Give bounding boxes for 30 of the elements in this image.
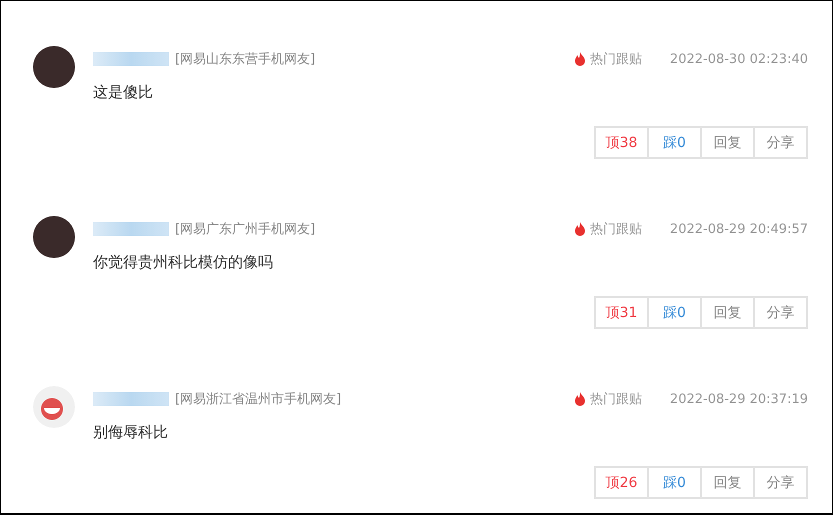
downvote-button[interactable]: 踩0 (647, 466, 702, 499)
flame-icon (574, 52, 586, 66)
downvote-button[interactable]: 踩0 (647, 296, 702, 329)
action-button[interactable]: 分享 (753, 126, 808, 159)
hot-comment-label: 热门跟贴 (590, 51, 642, 68)
upvote-button[interactable]: 顶38 (594, 126, 649, 159)
flame-icon (574, 222, 586, 236)
downvote-button[interactable]: 踩0 (647, 126, 702, 159)
action-button[interactable]: 分享 (753, 466, 808, 499)
action-button[interactable]: 回复 (700, 126, 755, 159)
user-location: [网易广东广州手机网友] (175, 221, 316, 238)
upvote-button[interactable]: 顶31 (594, 296, 649, 329)
avatar-logo-icon (33, 386, 75, 428)
user-location: [网易浙江省温州市手机网友] (175, 391, 342, 408)
avatar-photo-placeholder (33, 216, 75, 258)
avatar-photo-placeholder (33, 46, 75, 88)
comment-text: 这是傻比 (93, 83, 154, 102)
comment-time: 2022-08-29 20:49:57 (670, 222, 808, 236)
comment-text: 你觉得贵州科比模仿的像吗 (93, 253, 274, 272)
comment-time: 2022-08-30 02:23:40 (670, 52, 808, 66)
hot-comment-label: 热门跟贴 (590, 221, 642, 238)
action-button[interactable]: 回复 (700, 296, 755, 329)
action-button[interactable]: 回复 (700, 466, 755, 499)
comment-text: 别侮辱科比 (93, 423, 169, 442)
upvote-button[interactable]: 顶26 (594, 466, 649, 499)
comment-time: 2022-08-29 20:37:19 (670, 392, 808, 406)
hot-comment-label: 热门跟贴 (590, 391, 642, 408)
user-location: [网易山东东营手机网友] (175, 51, 316, 68)
flame-icon (574, 392, 586, 406)
action-button[interactable]: 分享 (753, 296, 808, 329)
